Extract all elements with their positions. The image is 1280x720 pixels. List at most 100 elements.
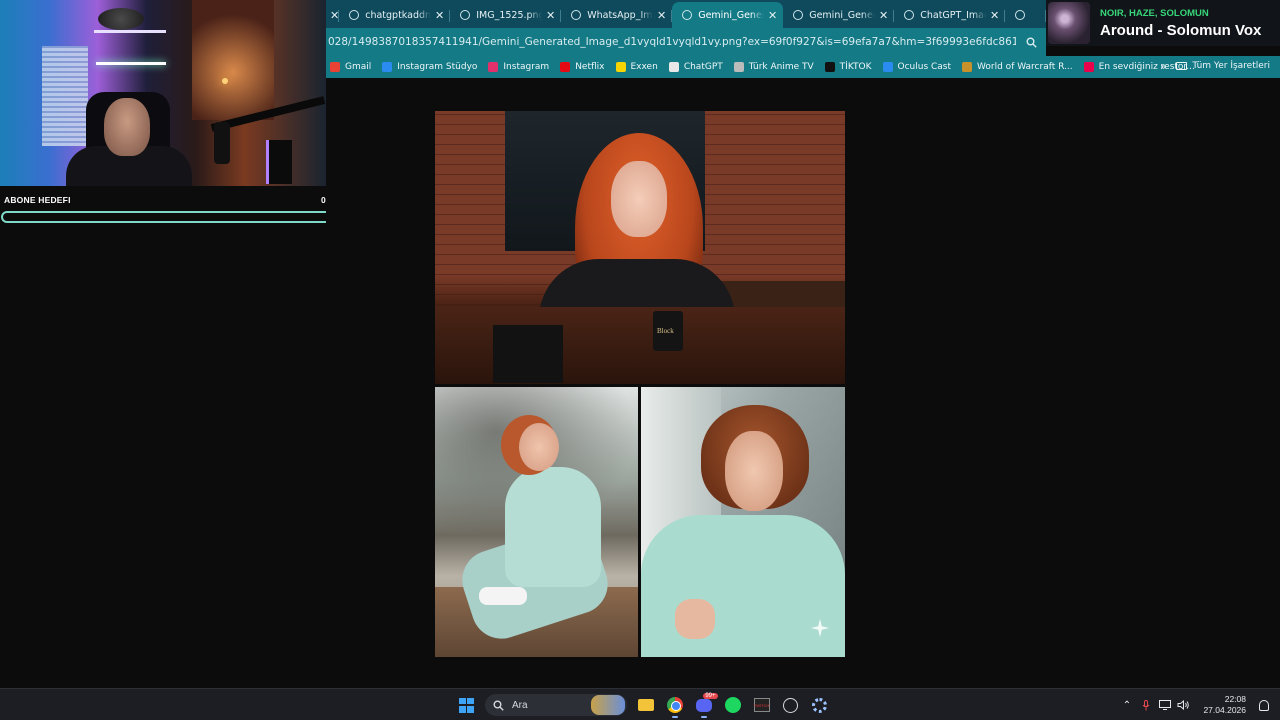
globe-icon bbox=[571, 10, 582, 20]
bookmark-label: Gmail bbox=[345, 62, 372, 72]
tab-gemini-generated[interactable]: Gemini_Generated ✕ bbox=[783, 2, 895, 28]
globe-icon bbox=[349, 10, 360, 20]
meta-icon bbox=[382, 62, 393, 72]
notifications-button[interactable] bbox=[1254, 699, 1274, 711]
bookmark-item[interactable]: ChatGPT bbox=[668, 62, 723, 72]
bookmark-item[interactable]: Instagram bbox=[488, 62, 549, 72]
bookmark-item[interactable]: Gmail bbox=[330, 62, 371, 72]
meta-icon bbox=[882, 62, 893, 72]
exxen-icon bbox=[615, 62, 626, 72]
spotify-icon bbox=[724, 697, 741, 713]
globe-icon bbox=[793, 10, 804, 20]
webcam-plant bbox=[98, 8, 144, 30]
face bbox=[611, 161, 667, 237]
clock[interactable]: 22:08 27.04.2026 bbox=[1203, 694, 1246, 716]
globe-icon bbox=[682, 10, 693, 20]
settings-button[interactable] bbox=[805, 691, 834, 719]
subscriber-goal-bar bbox=[1, 211, 339, 223]
tab-chatgpt-image[interactable]: ChatGPT_Image_ ✕ bbox=[894, 2, 1006, 28]
tab-label: chatgptkaddn.jpeg bbox=[365, 9, 431, 21]
tab-strip: ✕ chatgptkaddn.jpeg ✕ IMG_1525.png (8… ✕… bbox=[326, 0, 1046, 28]
tab-img-1525[interactable]: IMG_1525.png (8… ✕ bbox=[450, 2, 562, 28]
clock-time: 22:08 bbox=[1224, 694, 1246, 704]
napkin-holder bbox=[493, 325, 563, 383]
bell-icon bbox=[1259, 699, 1269, 711]
mint-sweater bbox=[505, 467, 601, 587]
close-icon[interactable]: ✕ bbox=[990, 9, 999, 22]
photo-cafe-woman: Block bbox=[435, 111, 845, 384]
discord-button[interactable]: 99+ bbox=[689, 691, 718, 719]
microphone-icon[interactable] bbox=[1136, 699, 1155, 711]
bookmark-item[interactable]: Oculus Cast bbox=[882, 62, 952, 72]
tab-whatsapp-image[interactable]: WhatsApp_Image ✕ bbox=[561, 2, 673, 28]
anime-icon bbox=[733, 62, 744, 72]
white-sneaker bbox=[479, 587, 527, 605]
bookmark-item[interactable]: World of Warcraft R... bbox=[962, 62, 1073, 72]
face bbox=[519, 423, 559, 471]
taskbar: Ara 99+ TWITCH ⌃ 22:08 27.04.2026 bbox=[0, 688, 1280, 720]
close-icon[interactable]: ✕ bbox=[768, 9, 777, 22]
photo-portrait-woman bbox=[641, 387, 845, 657]
bookmark-item[interactable]: TİKTOK bbox=[824, 62, 872, 72]
instagram-icon bbox=[488, 62, 499, 72]
bookmark-item[interactable]: Instagram Stüdyo bbox=[382, 62, 477, 72]
close-icon[interactable]: ✕ bbox=[330, 9, 339, 22]
bookmark-label: Instagram bbox=[503, 62, 550, 72]
chevron-up-icon[interactable]: ⌃ bbox=[1117, 700, 1136, 711]
tab-chatgptkaddn[interactable]: chatgptkaddn.jpeg ✕ bbox=[339, 2, 451, 28]
clock-date: 27.04.2026 bbox=[1203, 705, 1246, 715]
webcam-window-blinds bbox=[42, 46, 88, 146]
tab-label: WhatsApp_Image bbox=[587, 9, 653, 21]
tiktok-icon bbox=[824, 62, 835, 72]
tab-discord[interactable]: ✕ bbox=[326, 2, 340, 28]
photo-sitting-woman bbox=[435, 387, 638, 657]
bookmark-item[interactable]: Türk Anime TV bbox=[733, 62, 814, 72]
close-icon[interactable]: ✕ bbox=[546, 9, 555, 22]
notification-badge: 99+ bbox=[703, 692, 718, 699]
taskbar-search[interactable]: Ara bbox=[485, 694, 627, 716]
bookmark-item[interactable]: Netflix bbox=[560, 62, 605, 72]
album-art bbox=[1048, 2, 1090, 44]
webcam-shelf bbox=[94, 30, 166, 33]
obs-button[interactable] bbox=[776, 691, 805, 719]
search-placeholder: Ara bbox=[512, 699, 528, 711]
folder-icon bbox=[1176, 62, 1188, 70]
all-bookmarks-label: Tüm Yer İşaretleri bbox=[1192, 61, 1270, 71]
streaming-app-button[interactable]: TWITCH bbox=[747, 691, 776, 719]
url-text[interactable]: 028/1498387018357411941/Gemini_Generated… bbox=[326, 36, 1016, 48]
bookmark-label: Netflix bbox=[575, 62, 605, 72]
zoom-icon[interactable] bbox=[1016, 37, 1046, 48]
tab-label: Gemini_Generated bbox=[698, 9, 764, 21]
collage-image[interactable]: Block bbox=[435, 111, 845, 657]
bookmark-list: Gmail Instagram Stüdyo Instagram Netflix Exx… bbox=[326, 62, 1206, 72]
hand bbox=[675, 599, 715, 639]
close-icon[interactable]: ✕ bbox=[879, 9, 888, 22]
bookmark-label: Instagram Stüdyo bbox=[397, 62, 478, 72]
bookmark-label: Exxen bbox=[630, 62, 658, 72]
bookmarks-overflow-button[interactable]: » bbox=[1160, 60, 1167, 73]
webcam-microphone bbox=[214, 122, 230, 164]
chrome-button[interactable] bbox=[660, 691, 689, 719]
volume-icon[interactable] bbox=[1174, 700, 1193, 710]
close-icon[interactable]: ✕ bbox=[657, 9, 666, 22]
tab-label: Gemini_Generated bbox=[809, 9, 875, 21]
bookmark-label: ChatGPT bbox=[683, 62, 723, 72]
display-icon[interactable] bbox=[1155, 700, 1174, 710]
spotify-button[interactable] bbox=[718, 691, 747, 719]
start-button[interactable] bbox=[452, 691, 481, 719]
file-explorer-button[interactable] bbox=[631, 691, 660, 719]
all-bookmarks-button[interactable]: Tüm Yer İşaretleri bbox=[1176, 61, 1270, 71]
tab-partial[interactable] bbox=[1005, 2, 1046, 28]
tab-gemini-generated-active[interactable]: Gemini_Generated ✕ bbox=[672, 2, 784, 28]
gmail-icon bbox=[330, 62, 340, 72]
webcam-overlay bbox=[0, 0, 326, 186]
subscriber-goal-label: ABONE HEDEFI bbox=[4, 195, 71, 205]
address-bar[interactable]: 028/1498387018357411941/Gemini_Generated… bbox=[326, 28, 1046, 56]
bookmark-label: Oculus Cast bbox=[897, 62, 952, 72]
search-highlight-icon bbox=[591, 695, 625, 715]
close-icon[interactable]: ✕ bbox=[435, 9, 444, 22]
bookmark-item[interactable]: Exxen bbox=[615, 62, 658, 72]
search-icon bbox=[493, 700, 504, 711]
active-indicator bbox=[700, 716, 707, 718]
chatgpt-icon bbox=[668, 62, 679, 72]
